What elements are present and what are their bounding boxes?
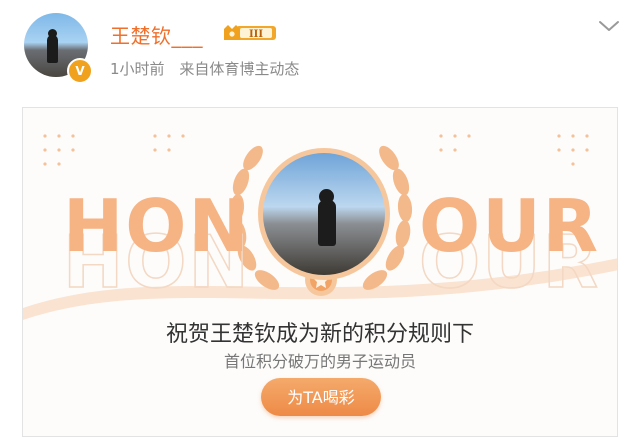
crown-vip-icon[interactable]: III [222, 23, 280, 43]
post-source: 来自体育博主动态 [179, 60, 300, 78]
cheer-button[interactable]: 为TA喝彩 [261, 378, 381, 416]
sparkle-cluster-right [557, 134, 589, 166]
post-meta: 1小时前 来自体育博主动态 [110, 58, 299, 79]
card-headline: 祝贺王楚钦成为新的积分规则下 [165, 322, 474, 347]
chevron-down-icon[interactable] [597, 16, 621, 36]
athlete-photo [258, 148, 390, 280]
sparkle-cluster-left [43, 134, 75, 166]
honour-card[interactable]: HON OUR HON OUR 祝贺王楚钦成为新的积分规则下 首位积分破万的男子… [22, 107, 618, 437]
avatar-figure [47, 35, 58, 63]
photo-figure [318, 200, 336, 246]
sparkle-cluster-mid-left [153, 134, 185, 152]
post-time: 1小时前 [110, 60, 165, 78]
verified-v-icon: V [67, 58, 93, 84]
card-subline: 首位积分破万的男子运动员 [223, 352, 416, 371]
vip-level: III [249, 29, 263, 40]
honour-text-right: OUR [419, 184, 601, 268]
sparkle-cluster-mid-right [439, 134, 471, 152]
username[interactable]: 王楚钦___ [110, 20, 203, 49]
honour-text-left: HON [63, 184, 251, 268]
